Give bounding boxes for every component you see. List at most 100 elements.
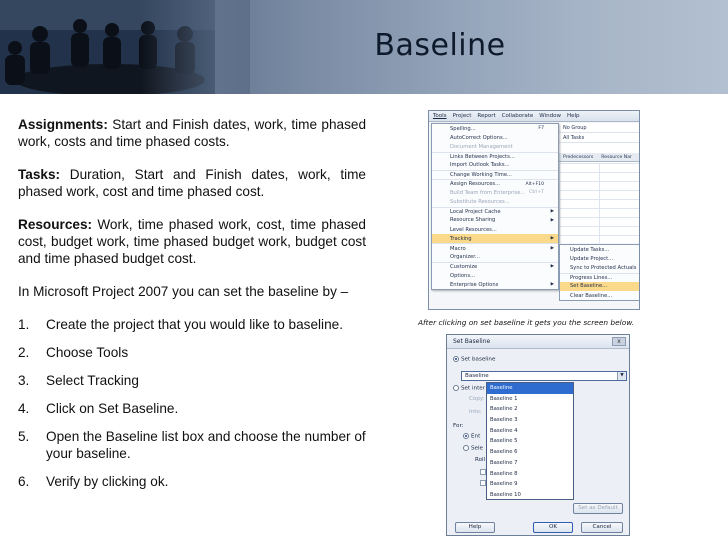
- slide-title: Baseline: [374, 28, 506, 63]
- menu-item-options[interactable]: Options...: [432, 271, 558, 280]
- menu-window[interactable]: Window: [539, 113, 561, 119]
- submenu-item-clear-baseline[interactable]: Clear Baseline...: [560, 291, 639, 300]
- submenu-item-set-baseline[interactable]: Set Baseline...: [560, 281, 639, 291]
- group-combo[interactable]: No Group: [559, 123, 639, 133]
- menubar: Tools Project Report Collaborate Window …: [429, 111, 639, 122]
- submenu-item-sync-to-protected-actuals[interactable]: Sync to Protected Actuals: [560, 263, 639, 272]
- menu-item-label: Substitute Resources...: [450, 199, 510, 206]
- shortcut-label: F7: [538, 126, 544, 132]
- menu-item-label: Enterprise Options: [450, 281, 499, 288]
- submenu-item-update-tasks[interactable]: Update Tasks...: [560, 245, 639, 254]
- menu-item-label: Tracking: [450, 235, 472, 242]
- menu-item-label: Build Team from Enterprise...: [450, 189, 526, 196]
- baseline-option[interactable]: Baseline 7: [487, 458, 573, 469]
- menu-item-label: Progress Lines...: [570, 274, 613, 281]
- group-label: No Group: [563, 124, 587, 131]
- step-item: 1. Create the project that you would like…: [18, 316, 366, 333]
- baseline-option[interactable]: Baseline 10: [487, 490, 573, 501]
- baseline-option[interactable]: Baseline 4: [487, 426, 573, 437]
- menu-item-change-working-time[interactable]: Change Working Time...: [432, 169, 558, 179]
- menu-item-label: Spelling...: [450, 125, 476, 132]
- set-interim-option[interactable]: Set inter: [453, 385, 485, 392]
- submenu-item-progress-lines[interactable]: Progress Lines...: [560, 272, 639, 282]
- dialog-title: Set Baseline: [453, 338, 491, 345]
- menu-item-organizer[interactable]: Organizer...: [432, 253, 558, 262]
- baseline-option[interactable]: Baseline 8: [487, 469, 573, 480]
- paragraph-assignments: Assignments: Start and Finish dates, wor…: [18, 116, 366, 150]
- shortcut-label: Alt+F10: [525, 181, 544, 187]
- baseline-option[interactable]: Baseline 1: [487, 394, 573, 405]
- set-baseline-option[interactable]: Set baseline: [453, 356, 495, 363]
- menu-item-substitute-resources[interactable]: Substitute Resources...: [432, 198, 558, 207]
- menu-item-label: Local Project Cache: [450, 208, 501, 215]
- header-band: Baseline: [0, 0, 728, 94]
- submenu-arrow-icon: ▶: [550, 264, 554, 270]
- step-number: 3.: [18, 373, 30, 388]
- submenu-arrow-icon: ▶: [550, 217, 554, 223]
- entire-project-option[interactable]: Ent: [463, 433, 480, 440]
- step-number: 6.: [18, 474, 30, 489]
- menu-item-label: Resource Sharing: [450, 217, 496, 224]
- submenu-item-update-project[interactable]: Update Project...: [560, 254, 639, 263]
- menu-item-label: AutoCorrect Options...: [450, 134, 508, 141]
- menu-help[interactable]: Help: [567, 113, 580, 119]
- baseline-option[interactable]: Baseline 5: [487, 436, 573, 447]
- menu-item-build-team-from-enterprise[interactable]: Build Team from Enterprise... Ctrl+T: [432, 188, 558, 197]
- menu-item-label: Change Working Time...: [450, 172, 512, 179]
- menu-item-tracking[interactable]: Tracking ▶: [432, 234, 558, 244]
- menu-item-label: Import Outlook Tasks...: [450, 162, 510, 169]
- roll-up-label: Roll: [475, 457, 486, 463]
- menu-item-links-between-projects[interactable]: Links Between Projects...: [432, 151, 558, 161]
- paragraph-label: Assignments:: [18, 117, 108, 132]
- body-text: Assignments: Start and Finish dates, wor…: [18, 116, 366, 501]
- menu-project[interactable]: Project: [453, 113, 472, 119]
- for-label: For:: [453, 423, 464, 429]
- menu-item-import-outlook-tasks[interactable]: Import Outlook Tasks...: [432, 161, 558, 170]
- submenu-arrow-icon: ▶: [550, 246, 554, 252]
- col-predecessors[interactable]: Predecessors: [563, 155, 593, 160]
- paragraph-label: Resources:: [18, 217, 93, 232]
- copy-label: Copy:: [469, 396, 485, 402]
- step-item: 5. Open the Baseline list box and choose …: [18, 428, 366, 462]
- submenu-arrow-icon: ▶: [550, 236, 554, 242]
- menu-item-macro[interactable]: Macro ▶: [432, 243, 558, 252]
- baseline-option[interactable]: Baseline 9: [487, 479, 573, 490]
- paragraph-resources: Resources: Work, time phased work, cost,…: [18, 216, 366, 267]
- step-text: Create the project that you would like t…: [46, 317, 343, 332]
- baseline-option[interactable]: Baseline 6: [487, 447, 573, 458]
- menu-item-enterprise-options[interactable]: Enterprise Options ▶: [432, 280, 558, 289]
- set-interim-label: Set inter: [461, 385, 485, 392]
- menu-item-label: Links Between Projects...: [450, 153, 515, 160]
- menu-item-spelling[interactable]: Spelling... F7: [432, 124, 558, 133]
- selected-tasks-option[interactable]: Sele: [463, 445, 483, 452]
- menu-item-assign-resources[interactable]: Assign Resources... Alt+F10: [432, 179, 558, 188]
- baseline-option[interactable]: Baseline 2: [487, 404, 573, 415]
- chevron-down-icon[interactable]: ▼: [617, 372, 626, 380]
- menu-item-resource-sharing[interactable]: Resource Sharing ▶: [432, 216, 558, 225]
- menu-item-level-resources[interactable]: Level Resources...: [432, 225, 558, 234]
- baseline-dropdown-list: Baseline Baseline 1 Baseline 2 Baseline 3 Ba…: [486, 382, 574, 500]
- menu-item-document-management[interactable]: Document Management: [432, 142, 558, 151]
- step-number: 2.: [18, 345, 30, 360]
- paragraph-tasks: Tasks: Duration, Start and Finish dates,…: [18, 166, 366, 200]
- menu-tools[interactable]: Tools: [433, 113, 447, 119]
- into-label: Into:: [469, 409, 482, 415]
- col-resource-names[interactable]: Resource Nar: [601, 155, 632, 160]
- menu-item-autocorrect-options[interactable]: AutoCorrect Options...: [432, 133, 558, 142]
- menu-report[interactable]: Report: [477, 113, 495, 119]
- step-text: Verify by clicking ok.: [46, 474, 169, 489]
- radio-icon: [463, 445, 469, 451]
- close-button[interactable]: x: [612, 337, 626, 346]
- menu-collaborate[interactable]: Collaborate: [502, 113, 534, 119]
- cancel-button[interactable]: Cancel: [581, 522, 623, 533]
- filter-combo[interactable]: All Tasks: [559, 133, 639, 143]
- menu-item-local-project-cache[interactable]: Local Project Cache ▶: [432, 206, 558, 216]
- baseline-option[interactable]: Baseline: [487, 383, 573, 394]
- baseline-select[interactable]: Baseline ▼: [461, 371, 627, 381]
- set-as-default-button[interactable]: Set as Default: [573, 503, 623, 514]
- ok-button[interactable]: OK: [533, 522, 573, 533]
- menu-item-customize[interactable]: Customize ▶: [432, 261, 558, 271]
- help-button[interactable]: Help: [455, 522, 495, 533]
- paragraph-text: Duration, Start and Finish dates, work, …: [18, 167, 366, 199]
- baseline-option[interactable]: Baseline 3: [487, 415, 573, 426]
